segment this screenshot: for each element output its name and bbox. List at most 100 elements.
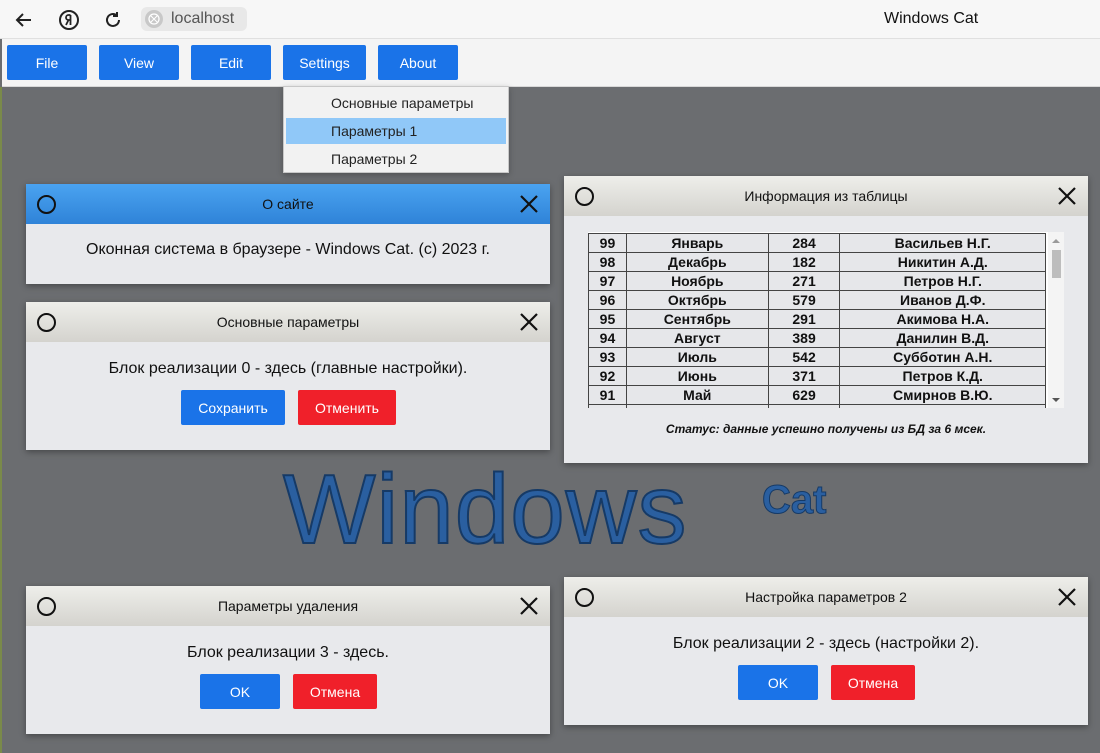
menu-view-button[interactable]: View bbox=[99, 45, 179, 80]
table-cell: Ноябрь bbox=[625, 271, 769, 291]
main-params-window-text: Блок реализации 0 - здесь (главные настр… bbox=[108, 360, 468, 377]
table-cell: Июль bbox=[625, 347, 769, 367]
ok-button[interactable]: OK bbox=[200, 674, 280, 709]
table-cell: 92 bbox=[588, 366, 627, 386]
table-cell: 542 bbox=[767, 347, 841, 367]
table-row[interactable]: 91 Май 629 Смирнов В.Ю. bbox=[588, 385, 1046, 405]
close-icon[interactable] bbox=[518, 193, 540, 215]
window-circle-icon[interactable] bbox=[575, 588, 594, 607]
params2-window-text: Блок реализации 2 - здесь (настройки 2). bbox=[672, 635, 980, 652]
table-cell: Данилин В.Д. bbox=[839, 328, 1046, 348]
close-icon[interactable] bbox=[1056, 185, 1078, 207]
table-row[interactable]: 92 Июнь 371 Петров К.Д. bbox=[588, 366, 1046, 386]
table-cell: 97 bbox=[588, 271, 627, 291]
table-cell: 284 bbox=[767, 233, 841, 253]
delete-params-window-title: Параметры удаления bbox=[217, 598, 359, 614]
table-scrollbar[interactable] bbox=[1048, 232, 1064, 408]
table-cell: 371 bbox=[767, 366, 841, 386]
ok-button[interactable]: OK bbox=[738, 665, 818, 700]
window-circle-icon[interactable] bbox=[37, 597, 56, 616]
app-menubar: File View Edit Settings About bbox=[2, 39, 1100, 87]
table-cell: Никитин А.Д. bbox=[839, 252, 1046, 272]
about-window-title: О сайте bbox=[262, 196, 314, 212]
cancel-button[interactable]: Отменить bbox=[298, 390, 396, 425]
delete-params-window-text: Блок реализации 3 - здесь. bbox=[187, 644, 389, 661]
window-circle-icon[interactable] bbox=[37, 195, 56, 214]
table-cell: Иванов Д.Ф. bbox=[839, 290, 1046, 310]
table-cell: Декабрь bbox=[625, 252, 769, 272]
about-window-header[interactable]: О сайте bbox=[26, 184, 550, 224]
menu-file-button[interactable]: File bbox=[7, 45, 87, 80]
save-button[interactable]: Сохранить bbox=[181, 390, 285, 425]
table-info-window-title: Информация из таблицы bbox=[744, 188, 908, 204]
watermark-text: Windows bbox=[282, 454, 688, 564]
left-edge-strip bbox=[0, 87, 2, 753]
window-circle-icon[interactable] bbox=[575, 187, 594, 206]
table-cell bbox=[625, 404, 769, 408]
browser-toolbar: localhost Windows Cat bbox=[0, 0, 1100, 39]
menu-about-button[interactable]: About bbox=[378, 45, 458, 80]
scroll-down-icon[interactable] bbox=[1048, 394, 1064, 406]
table-cell bbox=[839, 404, 1046, 408]
params2-window-title: Настройка параметров 2 bbox=[745, 589, 907, 605]
table-cell: 579 bbox=[767, 290, 841, 310]
close-icon[interactable] bbox=[518, 595, 540, 617]
table-cell: 291 bbox=[767, 309, 841, 329]
table-row[interactable]: 97 Ноябрь 271 Петров Н.Г. bbox=[588, 271, 1046, 291]
site-info-icon[interactable] bbox=[145, 10, 163, 28]
params2-window-header[interactable]: Настройка параметров 2 bbox=[564, 577, 1088, 617]
close-icon[interactable] bbox=[1056, 586, 1078, 608]
table-row[interactable]: 93 Июль 542 Субботин А.Н. bbox=[588, 347, 1046, 367]
dropdown-item-params-1[interactable]: Параметры 1 bbox=[286, 118, 506, 144]
close-icon[interactable] bbox=[518, 311, 540, 333]
table-info-window: Информация из таблицы 99 Январь 284 Василье… bbox=[564, 176, 1088, 463]
table-cell: Май bbox=[625, 385, 769, 405]
data-table-container[interactable]: 99 Январь 284 Васильев Н.Г. 98 Декабрь 182 Ники… bbox=[588, 232, 1064, 408]
about-window: О сайте Оконная система в браузере - Win… bbox=[26, 184, 550, 284]
cancel-button[interactable]: Отмена bbox=[831, 665, 915, 700]
table-cell: 91 bbox=[588, 385, 627, 405]
address-bar[interactable]: localhost bbox=[141, 7, 247, 31]
table-cell: 98 bbox=[588, 252, 627, 272]
table-cell: 271 bbox=[767, 271, 841, 291]
table-cell: Сентябрь bbox=[625, 309, 769, 329]
delete-params-window: Параметры удаления Блок реализации 3 - з… bbox=[26, 586, 550, 734]
table-cell bbox=[767, 404, 841, 408]
table-cell: 94 bbox=[588, 328, 627, 348]
window-circle-icon[interactable] bbox=[37, 313, 56, 332]
settings-dropdown: Основные параметры Параметры 1 Параметры… bbox=[283, 86, 509, 173]
tab-title: Windows Cat bbox=[884, 10, 979, 27]
reload-icon[interactable] bbox=[100, 7, 126, 33]
about-window-text: Оконная система в браузере - Windows Cat… bbox=[86, 241, 490, 258]
cancel-button[interactable]: Отмена bbox=[293, 674, 377, 709]
table-info-window-header[interactable]: Информация из таблицы bbox=[564, 176, 1088, 216]
params2-window: Настройка параметров 2 Блок реализации 2… bbox=[564, 577, 1088, 725]
table-cell: 96 bbox=[588, 290, 627, 310]
table-cell: Петров К.Д. bbox=[839, 366, 1046, 386]
menu-edit-button[interactable]: Edit bbox=[191, 45, 271, 80]
table-row[interactable]: 94 Август 389 Данилин В.Д. bbox=[588, 328, 1046, 348]
main-params-window-header[interactable]: Основные параметры bbox=[26, 302, 550, 342]
table-cell bbox=[588, 404, 627, 408]
table-cell: Октябрь bbox=[625, 290, 769, 310]
table-cell: 182 bbox=[767, 252, 841, 272]
table-row-partial bbox=[588, 404, 1046, 408]
status-text: Статус: данные успешно получены из БД за… bbox=[665, 422, 987, 436]
main-params-window-title: Основные параметры bbox=[216, 314, 360, 330]
dropdown-item-main-params[interactable]: Основные параметры bbox=[286, 90, 506, 116]
delete-params-window-header[interactable]: Параметры удаления bbox=[26, 586, 550, 626]
dropdown-item-params-2[interactable]: Параметры 2 bbox=[286, 146, 506, 172]
scroll-up-icon[interactable] bbox=[1048, 234, 1064, 246]
table-row[interactable]: 95 Сентябрь 291 Акимова Н.А. bbox=[588, 309, 1046, 329]
back-arrow-icon[interactable] bbox=[11, 7, 37, 33]
yandex-logo-icon[interactable] bbox=[56, 7, 82, 33]
table-cell: 629 bbox=[767, 385, 841, 405]
table-row[interactable]: 98 Декабрь 182 Никитин А.Д. bbox=[588, 252, 1046, 272]
menu-settings-button[interactable]: Settings bbox=[283, 45, 366, 80]
table-row[interactable]: 96 Октябрь 579 Иванов Д.Ф. bbox=[588, 290, 1046, 310]
table-cell: 389 bbox=[767, 328, 841, 348]
scrollbar-thumb[interactable] bbox=[1052, 250, 1061, 278]
table-cell: Январь bbox=[625, 233, 769, 253]
table-row[interactable]: 99 Январь 284 Васильев Н.Г. bbox=[588, 233, 1046, 253]
address-url: localhost bbox=[171, 10, 235, 27]
